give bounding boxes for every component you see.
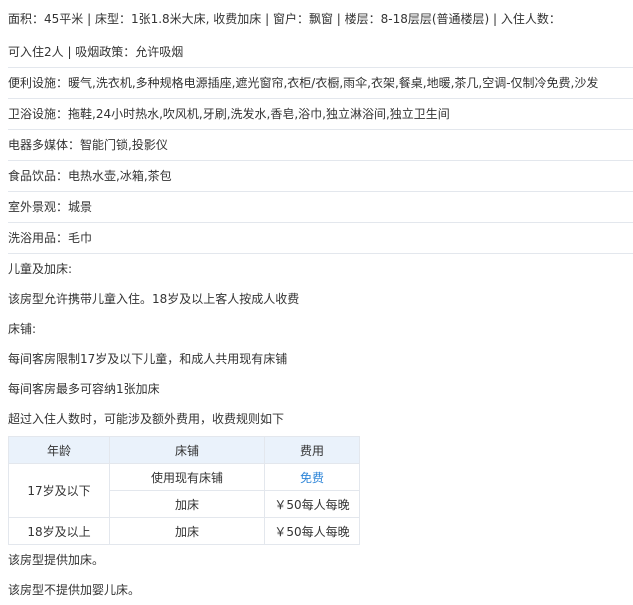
facility-value: 拖鞋,24小时热水,吹风机,牙刷,洗发水,香皂,浴巾,独立淋浴间,独立卫生间	[68, 107, 450, 121]
table-row: 18岁及以上 加床 ￥50每人每晚	[8, 517, 360, 545]
facility-label: 洗浴用品：	[8, 231, 69, 245]
room-summary-line1: 面积：45平米 | 床型：1张1.8米大床, 收费加床 | 窗户：飘窗 | 楼层…	[8, 12, 561, 26]
facility-value: 智能门锁,投影仪	[80, 138, 168, 152]
facility-row-media: 电器多媒体：智能门锁,投影仪	[8, 130, 633, 161]
bed-text-extra: 每间客房最多可容纳1张加床	[8, 382, 160, 396]
children-title: 儿童及加床:	[8, 262, 73, 276]
facility-row-food: 食品饮品：电热水壶,冰箱,茶包	[8, 161, 633, 192]
facility-row-view: 室外景观：城景	[8, 192, 633, 223]
header-age: 年龄	[8, 436, 110, 464]
bed-title: 床铺:	[8, 322, 37, 336]
fee-cell: ￥50每人每晚	[264, 517, 360, 545]
facility-label: 食品饮品：	[8, 169, 69, 183]
bed-cell: 使用现有床铺	[109, 463, 265, 491]
no-crib-note: 该房型不提供加婴儿床。	[8, 583, 141, 597]
facility-row-convenience: 便利设施：暖气,洗衣机,多种规格电源插座,遮光窗帘,衣柜/衣橱,雨伞,衣架,餐桌…	[8, 68, 633, 99]
bed-cell: 加床	[109, 490, 265, 518]
facility-value: 暖气,洗衣机,多种规格电源插座,遮光窗帘,衣柜/衣橱,雨伞,衣架,餐桌,地暖,茶…	[68, 76, 599, 90]
extra-bed-note: 该房型提供加床。	[8, 553, 105, 567]
bed-cell: 加床	[109, 517, 265, 545]
bed-text-share: 每间客房限制17岁及以下儿童，和成人共用现有床铺	[8, 352, 288, 366]
age-cell: 18岁及以上	[8, 517, 110, 545]
facility-row-toiletries: 洗浴用品：毛巾	[8, 223, 633, 254]
header-fee: 费用	[264, 436, 360, 464]
children-text: 该房型允许携带儿童入住。18岁及以上客人按成人收费	[8, 292, 300, 306]
table-row: 17岁及以下 使用现有床铺 免费	[8, 463, 360, 518]
fee-cell: ￥50每人每晚	[264, 490, 360, 518]
fee-table: 年龄 床铺 费用 17岁及以下 使用现有床铺 免费 加床 ￥50每人每晚 18岁…	[8, 436, 360, 545]
fee-table-header: 年龄 床铺 费用	[8, 436, 360, 464]
facility-value: 毛巾	[68, 231, 93, 245]
facility-label: 便利设施：	[8, 76, 69, 90]
facility-label: 室外景观：	[8, 200, 69, 214]
room-summary-line2: 可入住2人 | 吸烟政策：允许吸烟	[8, 37, 633, 68]
age-cell: 17岁及以下	[8, 463, 110, 518]
fee-intro: 超过入住人数时，可能涉及额外费用，收费规则如下	[8, 412, 285, 426]
facility-value: 城景	[68, 200, 93, 214]
facility-row-bath: 卫浴设施：拖鞋,24小时热水,吹风机,牙刷,洗发水,香皂,浴巾,独立淋浴间,独立…	[8, 99, 633, 130]
room-details: 面积：45平米 | 床型：1张1.8米大床, 收费加床 | 窗户：飘窗 | 楼层…	[0, 4, 633, 605]
fee-cell-free: 免费	[264, 463, 360, 491]
header-bed: 床铺	[109, 436, 265, 464]
facility-label: 卫浴设施：	[8, 107, 69, 121]
facility-value: 电热水壶,冰箱,茶包	[68, 169, 172, 183]
facility-label: 电器多媒体：	[8, 138, 81, 152]
